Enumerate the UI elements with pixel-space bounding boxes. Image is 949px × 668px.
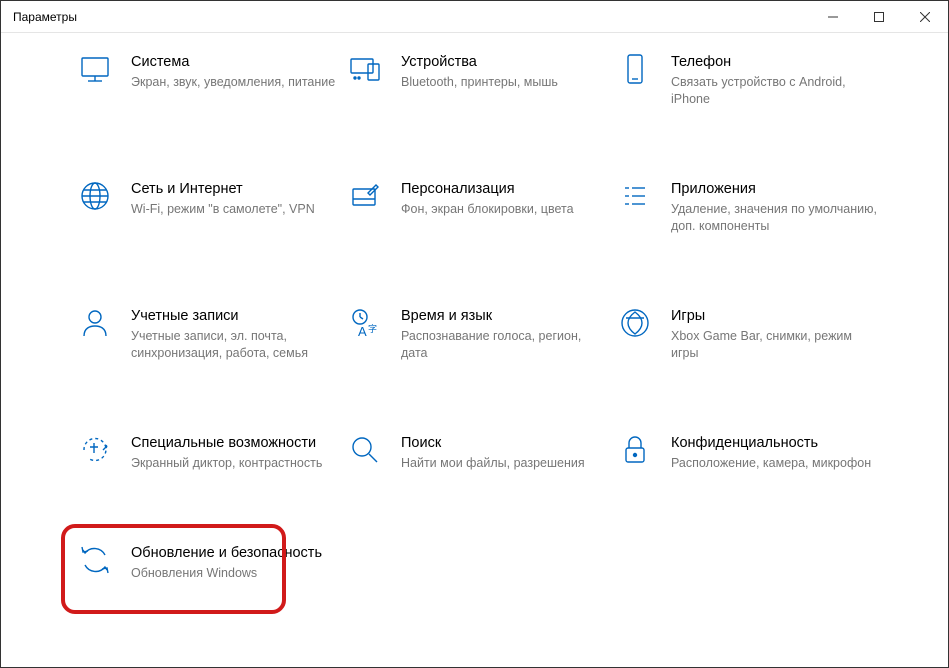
tile-subtitle: Wi-Fi, режим "в самолете", VPN xyxy=(131,201,339,218)
tile-search[interactable]: Поиск Найти мои файлы, разрешения xyxy=(343,428,613,476)
accessibility-icon xyxy=(77,432,113,468)
tile-title: Система xyxy=(131,53,339,71)
tile-privacy[interactable]: Конфиденциальность Расположение, камера,… xyxy=(613,428,883,476)
tile-apps[interactable]: Приложения Удаление, значения по умолчан… xyxy=(613,174,883,239)
personalization-icon xyxy=(347,178,383,214)
tile-subtitle: Экран, звук, уведомления, питание xyxy=(131,74,339,91)
window-title: Параметры xyxy=(13,10,77,24)
tile-system[interactable]: Система Экран, звук, уведомления, питани… xyxy=(73,47,343,112)
tile-update-security[interactable]: Обновление и безопасность Обновления Win… xyxy=(73,538,343,586)
apps-icon xyxy=(617,178,653,214)
tile-title: Игры xyxy=(671,307,879,325)
phone-icon xyxy=(617,51,653,87)
tile-title: Специальные возможности xyxy=(131,434,339,452)
devices-icon xyxy=(347,51,383,87)
tile-accessibility[interactable]: Специальные возможности Экранный диктор,… xyxy=(73,428,343,476)
tile-subtitle: Фон, экран блокировки, цвета xyxy=(401,201,609,218)
titlebar: Параметры xyxy=(1,1,948,33)
close-button[interactable] xyxy=(902,1,948,33)
tile-subtitle: Найти мои файлы, разрешения xyxy=(401,455,609,472)
tile-subtitle: Удаление, значения по умолчанию, доп. ко… xyxy=(671,201,879,235)
tile-time-language[interactable]: A字 Время и язык Распознавание голоса, ре… xyxy=(343,301,613,366)
tile-subtitle: Расположение, камера, микрофон xyxy=(671,455,879,472)
tile-subtitle: Экранный диктор, контрастность xyxy=(131,455,339,472)
tile-personalization[interactable]: Персонализация Фон, экран блокировки, цв… xyxy=(343,174,613,239)
search-icon xyxy=(347,432,383,468)
tile-title: Конфиденциальность xyxy=(671,434,879,452)
gaming-icon xyxy=(617,305,653,341)
tile-title: Телефон xyxy=(671,53,879,71)
window-controls xyxy=(810,1,948,33)
lock-icon xyxy=(617,432,653,468)
tile-title: Приложения xyxy=(671,180,879,198)
accounts-icon xyxy=(77,305,113,341)
tile-subtitle: Bluetooth, принтеры, мышь xyxy=(401,74,609,91)
tile-subtitle: Распознавание голоса, регион, дата xyxy=(401,328,609,362)
tile-subtitle: Учетные записи, эл. почта, синхронизация… xyxy=(131,328,339,362)
svg-text:A: A xyxy=(358,324,367,339)
svg-text:字: 字 xyxy=(368,323,377,334)
tile-title: Учетные записи xyxy=(131,307,339,325)
tile-subtitle: Связать устройство с Android, iPhone xyxy=(671,74,879,108)
time-language-icon: A字 xyxy=(347,305,383,341)
tile-title: Обновление и безопасность xyxy=(131,544,339,562)
tile-title: Устройства xyxy=(401,53,609,71)
tile-network[interactable]: Сеть и Интернет Wi-Fi, режим "в самолете… xyxy=(73,174,343,239)
minimize-button[interactable] xyxy=(810,1,856,33)
tile-accounts[interactable]: Учетные записи Учетные записи, эл. почта… xyxy=(73,301,343,366)
tile-title: Персонализация xyxy=(401,180,609,198)
update-icon xyxy=(77,542,113,578)
tile-title: Сеть и Интернет xyxy=(131,180,339,198)
maximize-button[interactable] xyxy=(856,1,902,33)
tile-devices[interactable]: Устройства Bluetooth, принтеры, мышь xyxy=(343,47,613,112)
tile-subtitle: Xbox Game Bar, снимки, режим игры xyxy=(671,328,879,362)
settings-grid: Система Экран, звук, уведомления, питани… xyxy=(1,33,948,606)
tile-title: Поиск xyxy=(401,434,609,452)
tile-subtitle: Обновления Windows xyxy=(131,565,339,582)
tile-title: Время и язык xyxy=(401,307,609,325)
system-icon xyxy=(77,51,113,87)
globe-icon xyxy=(77,178,113,214)
tile-gaming[interactable]: Игры Xbox Game Bar, снимки, режим игры xyxy=(613,301,883,366)
tile-phone[interactable]: Телефон Связать устройство с Android, iP… xyxy=(613,47,883,112)
